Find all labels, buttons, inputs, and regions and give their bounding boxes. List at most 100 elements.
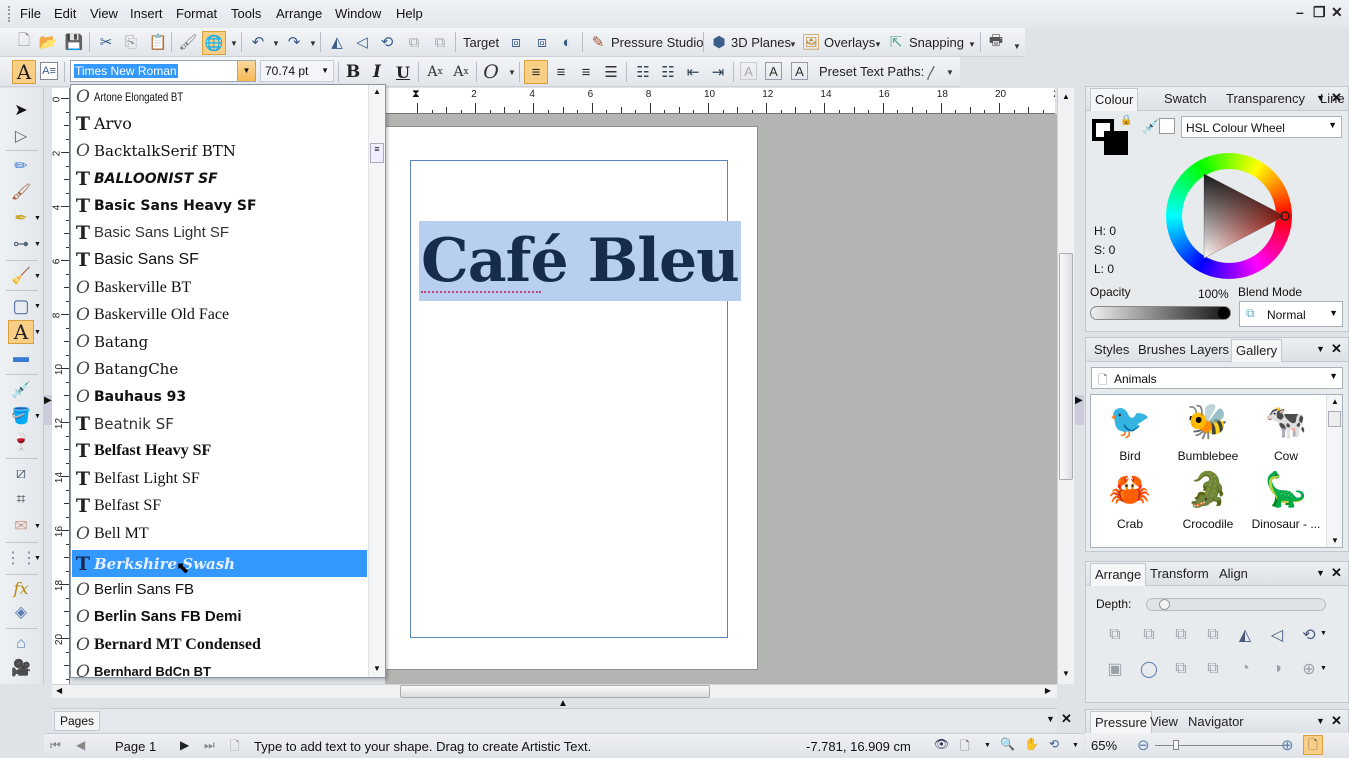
blend-mode-select[interactable]: ⧉ Normal ▼ bbox=[1239, 301, 1343, 327]
chevron-down-icon[interactable]: ▼ bbox=[237, 61, 255, 81]
italic-button[interactable]: I bbox=[367, 62, 387, 82]
bullet-list-icon[interactable]: ☷ bbox=[633, 62, 653, 82]
copy-icon[interactable]: ⎘ bbox=[121, 32, 141, 52]
panel-close-icon[interactable]: ✕ bbox=[1331, 90, 1342, 106]
fill-tool-icon[interactable]: 🪣 bbox=[8, 404, 34, 428]
gallery-scrollbar[interactable]: ▲ ▼ bbox=[1326, 395, 1342, 547]
page-manager-icon[interactable]: 🗋 bbox=[230, 737, 240, 758]
menu-insert[interactable]: Insert bbox=[130, 6, 163, 21]
pressure-studio-icon[interactable]: ✎ bbox=[588, 32, 608, 52]
opentype-features-icon[interactable]: O bbox=[481, 61, 501, 83]
rotate-icon[interactable]: ⟲ bbox=[1298, 624, 1320, 646]
preview-mode-icon[interactable]: 🗋 bbox=[960, 737, 970, 758]
function-tool-icon[interactable]: fx bbox=[8, 576, 34, 600]
hue-wheel[interactable] bbox=[1166, 153, 1292, 279]
panel-menu-icon[interactable]: ▼ bbox=[1316, 568, 1325, 578]
font-name-combobox[interactable]: Times New Roman ▼ bbox=[70, 60, 256, 82]
scroll-up-icon[interactable]: ▲ bbox=[1062, 92, 1070, 101]
document-page[interactable]: Café Bleu bbox=[385, 126, 758, 670]
horizontal-scrollbar[interactable]: ◀ ▶ bbox=[52, 684, 1057, 698]
group-icon[interactable]: ⧉ bbox=[404, 32, 424, 52]
font-list-item[interactable]: T Belfast Heavy SF bbox=[72, 437, 367, 464]
font-list-item[interactable]: O Batang bbox=[72, 328, 367, 355]
chevron-down-icon[interactable]: ▼ bbox=[321, 66, 329, 75]
text-path-icon[interactable]: 〳 bbox=[922, 62, 942, 82]
snapping-icon[interactable]: ⇱ bbox=[886, 32, 906, 52]
target-add-icon[interactable]: ⧈ bbox=[506, 32, 526, 52]
tab-transparency[interactable]: Transparency bbox=[1222, 91, 1309, 106]
3d-planes-icon[interactable]: ⬢ bbox=[709, 32, 729, 52]
menu-format[interactable]: Format bbox=[176, 6, 217, 21]
chevron-down-icon[interactable]: ▼ bbox=[874, 40, 882, 49]
heading-text-content[interactable]: Café Bleu bbox=[421, 226, 740, 296]
font-name-value[interactable]: Times New Roman bbox=[74, 64, 178, 78]
restore-button[interactable]: ❐ bbox=[1313, 4, 1326, 21]
menu-help[interactable]: Help bbox=[396, 6, 423, 21]
edit-nodes-icon[interactable]: ◯ bbox=[1138, 658, 1160, 680]
indent-marker[interactable]: ⧗ bbox=[412, 88, 420, 101]
toolbar-overflow-icon[interactable]: ▼ bbox=[1013, 42, 1021, 51]
decrease-indent-icon[interactable]: ⇤ bbox=[683, 62, 703, 82]
toolbox-collapse-handle[interactable]: ▶ bbox=[44, 395, 52, 425]
publish-tool-icon[interactable]: ⌂ bbox=[8, 632, 34, 656]
gallery-item[interactable]: 🐦 Bird bbox=[1091, 399, 1169, 463]
scroll-down-icon[interactable]: ▼ bbox=[1062, 669, 1070, 678]
subscript-button[interactable]: Ax bbox=[425, 62, 445, 82]
gallery-category-select[interactable]: 🗋 Animals ▼ bbox=[1091, 367, 1343, 389]
bring-forward-icon[interactable]: ⧉ bbox=[1138, 624, 1160, 646]
font-list-item[interactable]: O Bernhard BdCn BT bbox=[72, 658, 367, 678]
rotate-icon[interactable]: ⟲ bbox=[377, 32, 397, 52]
pan-tool-icon[interactable]: ✋ bbox=[1024, 737, 1039, 751]
overlays-icon[interactable]: 🖼 bbox=[801, 32, 821, 52]
font-list-item[interactable]: T Basic Sans SF bbox=[72, 246, 367, 273]
chevron-down-icon[interactable]: ▼ bbox=[34, 413, 41, 420]
panel-menu-icon[interactable]: ▼ bbox=[1316, 344, 1325, 354]
brush-tool-icon[interactable]: 🖌 bbox=[8, 180, 34, 204]
tab-gallery[interactable]: Gallery bbox=[1231, 339, 1283, 362]
last-page-icon[interactable]: ⏭ bbox=[204, 738, 215, 753]
crop-shape-tool-icon[interactable]: ⧄ bbox=[8, 462, 34, 486]
tab-brushes[interactable]: Brushes bbox=[1134, 342, 1190, 357]
increase-indent-icon[interactable]: ⇥ bbox=[708, 62, 728, 82]
panel-menu-icon[interactable]: ▼ bbox=[1316, 716, 1325, 726]
snapping-button[interactable]: Snapping bbox=[909, 35, 964, 50]
zoom-tool-icon[interactable]: 🔍 bbox=[1000, 737, 1015, 751]
align-center-button[interactable]: ≡ bbox=[551, 62, 571, 82]
pencil-tool-icon[interactable]: ✏ bbox=[8, 154, 34, 178]
frame-text-icon[interactable]: A≡ bbox=[40, 62, 58, 80]
divide-shapes-icon[interactable]: ⊕ bbox=[1298, 658, 1320, 680]
fill-colour-swatch[interactable] bbox=[1104, 131, 1128, 155]
chevron-down-icon[interactable]: ▼ bbox=[309, 39, 317, 48]
justify-button[interactable]: ☰ bbox=[601, 62, 621, 82]
font-list-item[interactable]: O Bauhaus 93 bbox=[72, 383, 367, 410]
tab-layers[interactable]: Layers bbox=[1186, 342, 1233, 357]
pen-tool-icon[interactable]: ✒ bbox=[8, 206, 34, 230]
zoom-slider[interactable] bbox=[1155, 740, 1285, 750]
chevron-down-icon[interactable]: ▼ bbox=[34, 273, 41, 280]
font-list-item[interactable]: O Artone Elongated BT bbox=[72, 85, 367, 110]
scrollbar-thumb[interactable] bbox=[1059, 253, 1073, 480]
chevron-down-icon[interactable]: ▼ bbox=[508, 68, 516, 77]
bold-button[interactable]: B bbox=[343, 62, 363, 82]
font-list-item[interactable]: T Arvo bbox=[72, 110, 367, 137]
underline-button[interactable]: U bbox=[393, 62, 413, 82]
panel-close-icon[interactable]: ✕ bbox=[1061, 711, 1072, 727]
text-grow-icon[interactable]: A bbox=[765, 62, 782, 80]
rotate-view-icon[interactable]: ⟲ bbox=[1049, 737, 1059, 751]
flip-horizontal-icon[interactable]: ◭ bbox=[327, 32, 347, 52]
save-icon[interactable]: 💾 bbox=[64, 32, 84, 52]
font-list-item[interactable]: O Baskerville BT bbox=[72, 274, 367, 301]
subtract-shapes-icon[interactable]: ⧉ bbox=[1202, 658, 1224, 680]
target-intersect-icon[interactable]: ◐ bbox=[557, 32, 577, 52]
panel-collapse-handle[interactable]: ▶ bbox=[1075, 395, 1084, 425]
rectangle-tool-icon[interactable]: ▢ bbox=[8, 294, 34, 318]
open-icon[interactable]: 📂 bbox=[38, 32, 58, 52]
scrollbar-thumb[interactable] bbox=[1328, 411, 1341, 427]
chevron-down-icon[interactable]: ▼ bbox=[34, 215, 41, 222]
tab-arrange[interactable]: Arrange bbox=[1090, 563, 1147, 586]
menu-arrange[interactable]: Arrange bbox=[276, 6, 322, 21]
panel-close-icon[interactable]: ✕ bbox=[1331, 713, 1342, 729]
combine-icon[interactable]: ▣ bbox=[1104, 658, 1126, 680]
scroll-up-icon[interactable]: ▲ bbox=[373, 87, 381, 96]
chevron-down-icon[interactable]: ▼ bbox=[272, 39, 280, 48]
